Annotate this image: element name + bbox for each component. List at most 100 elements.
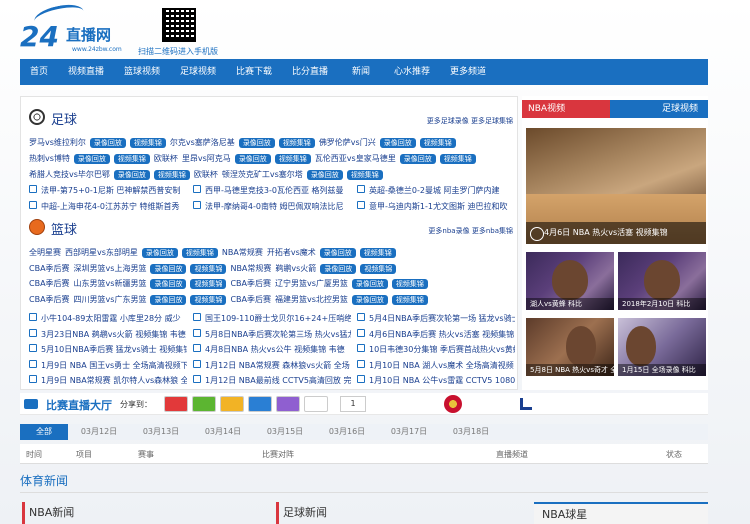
video-link[interactable]: 10日韦德30分集锦 季后赛首战热火vs黄蜂 <box>369 344 515 356</box>
match-link[interactable]: CBA季后赛 <box>230 294 271 306</box>
highlights-button[interactable]: 视频集锦 <box>190 279 227 289</box>
highlights-button[interactable]: 视频集锦 <box>181 248 218 258</box>
match-link[interactable]: 辽宁男篮vs广厦男篮 <box>275 278 348 290</box>
match-link[interactable]: 欧联杯 <box>194 169 218 181</box>
football-news-heading[interactable]: 足球新闻 <box>276 502 516 524</box>
replay-button[interactable]: 录像回放 <box>150 294 187 305</box>
video-link[interactable]: 法甲-第75+0-1尼斯 巴神解禁西普安制 <box>41 185 180 197</box>
football-more-link[interactable]: 更多足球录像 更多足球集锦 <box>427 116 513 126</box>
highlights-button[interactable]: 视频集锦 <box>439 154 476 164</box>
match-link[interactable]: 山东男篮vs新疆男篮 <box>74 278 147 290</box>
video-link-item[interactable]: 10日韦德30分集锦 季后赛首战热火vs黄蜂 <box>357 344 515 356</box>
match-link[interactable]: CBA季后赛 <box>230 278 271 290</box>
video-link-item[interactable]: 3月23日NBA 鹈鹕vs火箭 视频集锦 韦德 <box>29 328 187 341</box>
replay-button[interactable]: 录像回放 <box>73 154 110 164</box>
video-link-item[interactable]: 1月10日 NBA 湖人vs魔术 全场高清视频 <box>357 359 515 372</box>
video-link[interactable]: 3月23日NBA 鹈鹕vs火箭 视频集锦 韦德 <box>41 329 186 341</box>
video-link-item[interactable]: 4月8日NBA 热火vs公牛 视频集锦 韦德 <box>193 344 351 356</box>
video-link[interactable]: 1月12日 NBA常规赛 森林狼vs火箭 全场 <box>205 360 350 372</box>
match-link[interactable]: 顿涅茨克矿工vs塞尔塔 <box>222 169 303 181</box>
highlights-button[interactable]: 视频集锦 <box>419 138 456 148</box>
video-link-item[interactable]: 国王109-110爵士戈贝尔16+24+压哨绝杀 <box>193 313 351 325</box>
match-link[interactable]: 西部明星vs东部明星 <box>65 247 138 259</box>
match-link[interactable]: 开拓者vs魔术 <box>267 247 316 259</box>
video-link[interactable]: 意甲-乌迪内斯1-1尤文图斯 迪巴拉和吹 <box>369 201 508 213</box>
video-thumb[interactable]: 5月8日 NBA 热火vs奇才 全场录像 <box>526 318 614 376</box>
video-link[interactable]: 1月12日 NBA最前线 CCTV5高清回放 完整 <box>205 375 351 387</box>
nav-item-4[interactable]: 比赛下载 <box>226 59 282 85</box>
highlights-button[interactable]: 视频集锦 <box>153 170 190 180</box>
baidu-share-icon[interactable] <box>248 396 272 412</box>
match-link[interactable]: 热刺vs博特 <box>29 153 70 165</box>
replay-button[interactable]: 录像回放 <box>351 294 388 305</box>
date-tab-4[interactable]: 03月15日 <box>254 424 316 440</box>
date-tab-1[interactable]: 03月12日 <box>68 424 130 440</box>
match-link[interactable]: CBA季后赛 <box>29 278 70 290</box>
tab-nba-video[interactable]: NBA视频 <box>522 100 610 118</box>
match-link[interactable]: 欧联杯 <box>154 153 178 165</box>
match-link[interactable]: 里昂vs阿克马 <box>182 153 231 165</box>
nba-news-heading[interactable]: NBA新闻 <box>22 502 262 524</box>
video-link-item[interactable]: 1月9日 NBA 国王vs勇士 全场高清视频下 <box>29 359 187 372</box>
video-link[interactable]: 中超-上海申花4-0江苏苏宁 特维斯首秀 <box>41 201 180 213</box>
replay-button[interactable]: 录像回放 <box>141 248 178 258</box>
nav-item-7[interactable]: 心水推荐 <box>384 59 440 85</box>
video-link[interactable]: 5月8日NBA季后赛次轮第三场 热火vs猛龙 <box>205 329 351 341</box>
video-link[interactable]: 5月4日NBA季后赛次轮第一场 猛龙vs骑士 <box>369 313 515 325</box>
nav-item-0[interactable]: 首页 <box>20 59 58 85</box>
video-link-item[interactable]: 英超-桑德兰0-2曼城 阿圭罗门萨内建 <box>357 185 515 197</box>
video-link-item[interactable]: 5月4日NBA季后赛次轮第一场 猛龙vs骑士 <box>357 313 515 325</box>
replay-button[interactable]: 录像回放 <box>399 154 436 164</box>
highlights-button[interactable]: 视频集锦 <box>391 294 428 305</box>
date-tab-0[interactable]: 全部 <box>20 424 68 440</box>
replay-button[interactable]: 录像回放 <box>150 263 187 274</box>
basketball-more-link[interactable]: 更多nba录像 更多nba集锦 <box>428 226 513 236</box>
date-tab-2[interactable]: 03月13日 <box>130 424 192 440</box>
match-link[interactable]: 瓦伦西亚vs皇家马德里 <box>315 153 396 165</box>
video-link[interactable]: 4月6日NBA季后赛 热火vs活塞 视频集锦 韦德复 <box>369 329 515 341</box>
replay-button[interactable]: 录像回放 <box>320 263 357 274</box>
video-link[interactable]: 1月10日 NBA 公牛vs雷霆 CCTV5 1080I <box>369 375 515 387</box>
replay-button[interactable]: 录像回放 <box>238 138 275 148</box>
video-link-item[interactable]: 小牛104-89太阳雷霆 小库里28分 威少 <box>29 313 187 325</box>
highlights-button[interactable]: 视频集锦 <box>274 154 311 164</box>
replay-button[interactable]: 录像回放 <box>150 279 187 289</box>
wechat-share-icon[interactable] <box>192 396 216 412</box>
nba-star-heading[interactable]: NBA球星 <box>542 506 587 522</box>
video-link[interactable]: 国王109-110爵士戈贝尔16+24+压哨绝杀 <box>205 313 351 325</box>
video-link-item[interactable]: 1月12日 NBA最前线 CCTV5高清回放 完整 <box>193 375 351 387</box>
video-link-item[interactable]: 法甲-摩纳哥4-0南特 姆巴佩双响法比尼 <box>193 201 351 213</box>
highlights-button[interactable]: 视频集锦 <box>278 138 315 148</box>
video-link-item[interactable]: 5月10日NBA季后赛 猛龙vs骑士 视频集锦 韦德 <box>29 344 187 356</box>
nav-item-3[interactable]: 足球视频 <box>170 59 226 85</box>
live-hall-title[interactable]: 比赛直播大厅 <box>46 397 112 413</box>
qq-share-icon[interactable] <box>304 396 328 412</box>
video-thumb[interactable]: 2018年2月10日 科比 <box>618 252 706 310</box>
match-link[interactable]: 尔克vs塞萨洛尼基 <box>170 137 235 149</box>
highlights-button[interactable]: 视频集锦 <box>190 263 227 274</box>
highlights-button[interactable]: 视频集锦 <box>360 263 397 274</box>
video-thumb[interactable]: 1月15日 全场录像 科比 <box>618 318 706 376</box>
video-link[interactable]: 小牛104-89太阳雷霆 小库里28分 威少 <box>41 313 181 325</box>
video-link-item[interactable]: 意甲-乌迪内斯1-1尤文图斯 迪巴拉和吹 <box>357 201 515 213</box>
renren-share-icon[interactable] <box>276 396 300 412</box>
date-tab-5[interactable]: 03月16日 <box>316 424 378 440</box>
match-link[interactable]: CBA季后赛 <box>29 263 70 275</box>
video-link-item[interactable]: 1月10日 NBA 公牛vs雷霆 CCTV5 1080I <box>357 375 515 387</box>
nav-item-6[interactable]: 新闻 <box>338 59 384 85</box>
tab-football-video[interactable]: 足球视频 <box>610 100 708 118</box>
match-link[interactable]: 福建男篮vs北控男篮 <box>275 294 348 306</box>
match-link[interactable]: NBA常规赛 <box>222 247 263 259</box>
match-link[interactable]: CBA季后赛 <box>29 294 70 306</box>
highlights-button[interactable]: 视频集锦 <box>391 279 428 289</box>
nav-item-1[interactable]: 视频直播 <box>58 59 114 85</box>
highlights-button[interactable]: 视频集锦 <box>359 248 396 258</box>
video-link[interactable]: 1月9日 NBA 国王vs勇士 全场高清视频下 <box>41 360 187 372</box>
match-link[interactable]: 希腊人竞技vs毕尔巴鄂 <box>29 169 110 181</box>
video-link-item[interactable]: 中超-上海申花4-0江苏苏宁 特维斯首秀 <box>29 201 187 213</box>
highlights-button[interactable]: 视频集锦 <box>129 138 166 148</box>
site-logo[interactable]: 24 直播网 www.24zbw.com <box>20 1 140 58</box>
date-tab-3[interactable]: 03月14日 <box>192 424 254 440</box>
video-link-item[interactable]: 5月8日NBA季后赛次轮第三场 热火vs猛龙 <box>193 328 351 341</box>
featured-video[interactable]: 4月6日 NBA 热火vs活塞 视频集锦 <box>526 128 706 244</box>
